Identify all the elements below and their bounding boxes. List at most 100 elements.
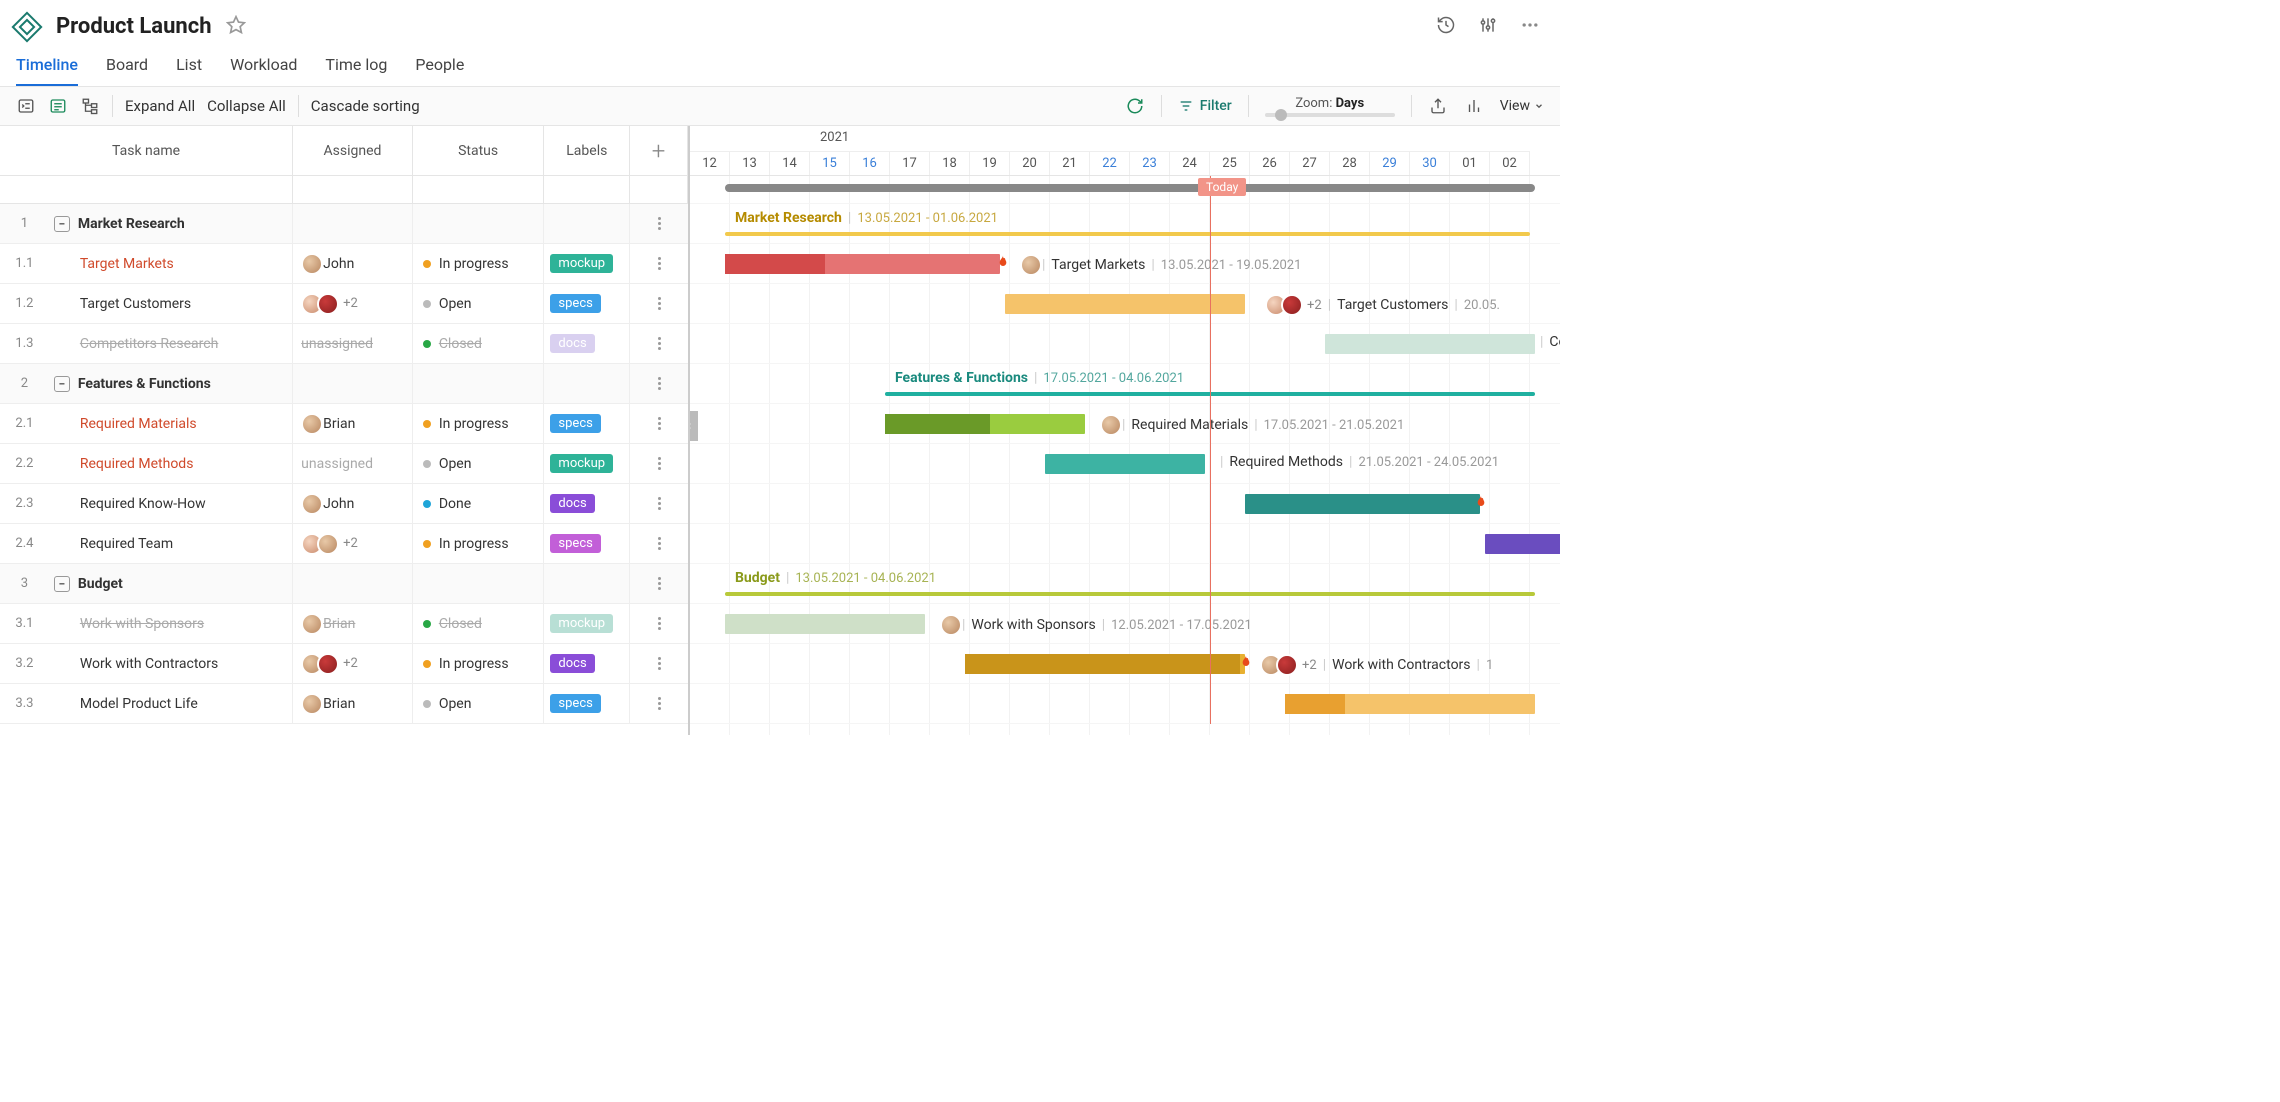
row-menu-button[interactable] — [630, 497, 688, 510]
task-name-cell[interactable]: −Market Research — [50, 204, 293, 243]
workload-icon[interactable] — [1464, 96, 1484, 116]
table-row[interactable]: 2.3Required Know-HowJohnDonedocs — [0, 484, 688, 524]
status-cell[interactable]: Open — [413, 444, 545, 483]
status-cell[interactable]: Done — [413, 484, 545, 523]
assigned-cell[interactable]: +2 — [293, 524, 413, 563]
column-assigned[interactable]: Assigned — [293, 126, 413, 175]
assigned-cell[interactable]: +2 — [293, 284, 413, 323]
assigned-cell[interactable] — [293, 364, 413, 403]
table-row[interactable]: 1.1Target MarketsJohnIn progressmockup — [0, 244, 688, 284]
assigned-cell[interactable]: unassigned — [293, 324, 413, 363]
gantt-bar[interactable] — [1245, 494, 1480, 514]
timeline-row[interactable] — [690, 484, 1560, 524]
refresh-icon[interactable] — [1125, 96, 1145, 116]
task-name-cell[interactable]: Required Know-How — [50, 484, 293, 523]
row-menu-button[interactable] — [630, 457, 688, 470]
labels-cell[interactable]: specs — [544, 684, 630, 723]
row-menu-button[interactable] — [630, 377, 688, 390]
gantt-bar[interactable] — [725, 254, 1000, 274]
table-row[interactable]: 3.2Work with Contractors+2In progressdoc… — [0, 644, 688, 684]
task-name-cell[interactable]: Target Markets — [50, 244, 293, 283]
column-labels[interactable]: Labels — [544, 126, 630, 175]
column-task-name[interactable]: Task name — [0, 126, 293, 175]
gantt-bar[interactable] — [1325, 334, 1535, 354]
column-status[interactable]: Status — [413, 126, 545, 175]
collapse-toggle[interactable]: − — [54, 576, 70, 592]
table-row[interactable]: 1.3Competitors ResearchunassignedClosedd… — [0, 324, 688, 364]
tab-timelog[interactable]: Time log — [325, 47, 387, 86]
status-cell[interactable]: Closed — [413, 324, 545, 363]
group-bar[interactable] — [725, 592, 1535, 596]
group-bar[interactable] — [725, 232, 1530, 236]
collapse-toggle[interactable]: − — [54, 376, 70, 392]
status-cell[interactable]: In progress — [413, 644, 545, 683]
table-row[interactable]: 2.1Required MaterialsBrianIn progressspe… — [0, 404, 688, 444]
assigned-cell[interactable]: Brian — [293, 604, 413, 643]
row-menu-button[interactable] — [630, 657, 688, 670]
timeline-row[interactable]: |Required Materials|17.05.2021 - 21.05.2… — [690, 404, 1560, 444]
expand-all-button[interactable]: Expand All — [125, 97, 195, 115]
task-name-cell[interactable]: Work with Sponsors — [50, 604, 293, 643]
labels-cell[interactable]: mockup — [544, 444, 630, 483]
more-menu-icon[interactable] — [1520, 15, 1540, 39]
table-row[interactable]: 3.1Work with SponsorsBrianClosedmockup — [0, 604, 688, 644]
status-cell[interactable] — [413, 564, 545, 603]
assigned-cell[interactable]: +2 — [293, 644, 413, 683]
status-cell[interactable] — [413, 364, 545, 403]
labels-cell[interactable]: docs — [544, 324, 630, 363]
status-cell[interactable] — [413, 204, 545, 243]
filter-button[interactable]: Filter — [1178, 98, 1232, 114]
labels-cell[interactable]: specs — [544, 404, 630, 443]
timeline-row[interactable] — [690, 684, 1560, 724]
gantt-bar[interactable] — [1045, 454, 1205, 474]
timeline-row[interactable]: |Target Markets|13.05.2021 - 19.05.2021 — [690, 244, 1560, 284]
assigned-cell[interactable]: Brian — [293, 684, 413, 723]
task-name-cell[interactable]: Required Methods — [50, 444, 293, 483]
timeline-row[interactable]: Market Research|13.05.2021 - 01.06.2021 — [690, 204, 1560, 244]
status-cell[interactable]: Closed — [413, 604, 545, 643]
table-row[interactable]: 3.3Model Product LifeBrianOpenspecs — [0, 684, 688, 724]
labels-cell[interactable] — [544, 564, 630, 603]
labels-cell[interactable] — [544, 364, 630, 403]
timeline-row[interactable]: |Work with Sponsors|12.05.2021 - 17.05.2… — [690, 604, 1560, 644]
gantt-bar[interactable] — [1285, 694, 1535, 714]
history-icon[interactable] — [1436, 15, 1456, 39]
timeline-row[interactable]: Budget|13.05.2021 - 04.06.2021 — [690, 564, 1560, 604]
add-column-button[interactable]: + — [630, 126, 688, 175]
tab-timeline[interactable]: Timeline — [16, 47, 78, 86]
row-menu-button[interactable] — [630, 537, 688, 550]
tab-list[interactable]: List — [176, 47, 202, 86]
labels-cell[interactable] — [544, 204, 630, 243]
cascade-sorting-button[interactable]: Cascade sorting — [311, 97, 420, 115]
timeline-row[interactable]: Features & Functions|17.05.2021 - 04.06.… — [690, 364, 1560, 404]
task-name-cell[interactable]: Required Team — [50, 524, 293, 563]
labels-cell[interactable]: specs — [544, 524, 630, 563]
zoom-control[interactable]: Zoom: Days — [1265, 96, 1395, 117]
hierarchy-icon[interactable] — [80, 96, 100, 116]
status-cell[interactable]: In progress — [413, 524, 545, 563]
assigned-cell[interactable]: unassigned — [293, 444, 413, 483]
gantt-bar[interactable] — [965, 654, 1245, 674]
labels-cell[interactable]: specs — [544, 284, 630, 323]
task-name-cell[interactable]: Model Product Life — [50, 684, 293, 723]
timeline-row[interactable]: |Co — [690, 324, 1560, 364]
row-menu-button[interactable] — [630, 297, 688, 310]
tab-people[interactable]: People — [415, 47, 464, 86]
collapse-toggle[interactable]: − — [54, 216, 70, 232]
auto-schedule-icon[interactable] — [48, 96, 68, 116]
table-row[interactable]: 1−Market Research — [0, 204, 688, 244]
gantt-bar[interactable] — [1005, 294, 1245, 314]
row-menu-button[interactable] — [630, 337, 688, 350]
gantt-bar[interactable] — [725, 614, 925, 634]
collapse-grid-toggle[interactable] — [690, 411, 698, 441]
row-menu-button[interactable] — [630, 617, 688, 630]
labels-cell[interactable]: docs — [544, 644, 630, 683]
zoom-slider[interactable] — [1265, 113, 1395, 117]
timeline-row[interactable]: +2|Target Customers|20.05. — [690, 284, 1560, 324]
status-cell[interactable]: In progress — [413, 404, 545, 443]
status-cell[interactable]: In progress — [413, 244, 545, 283]
toggle-grid-icon[interactable] — [16, 96, 36, 116]
collapse-all-button[interactable]: Collapse All — [207, 97, 286, 115]
task-name-cell[interactable]: −Budget — [50, 564, 293, 603]
assigned-cell[interactable] — [293, 564, 413, 603]
